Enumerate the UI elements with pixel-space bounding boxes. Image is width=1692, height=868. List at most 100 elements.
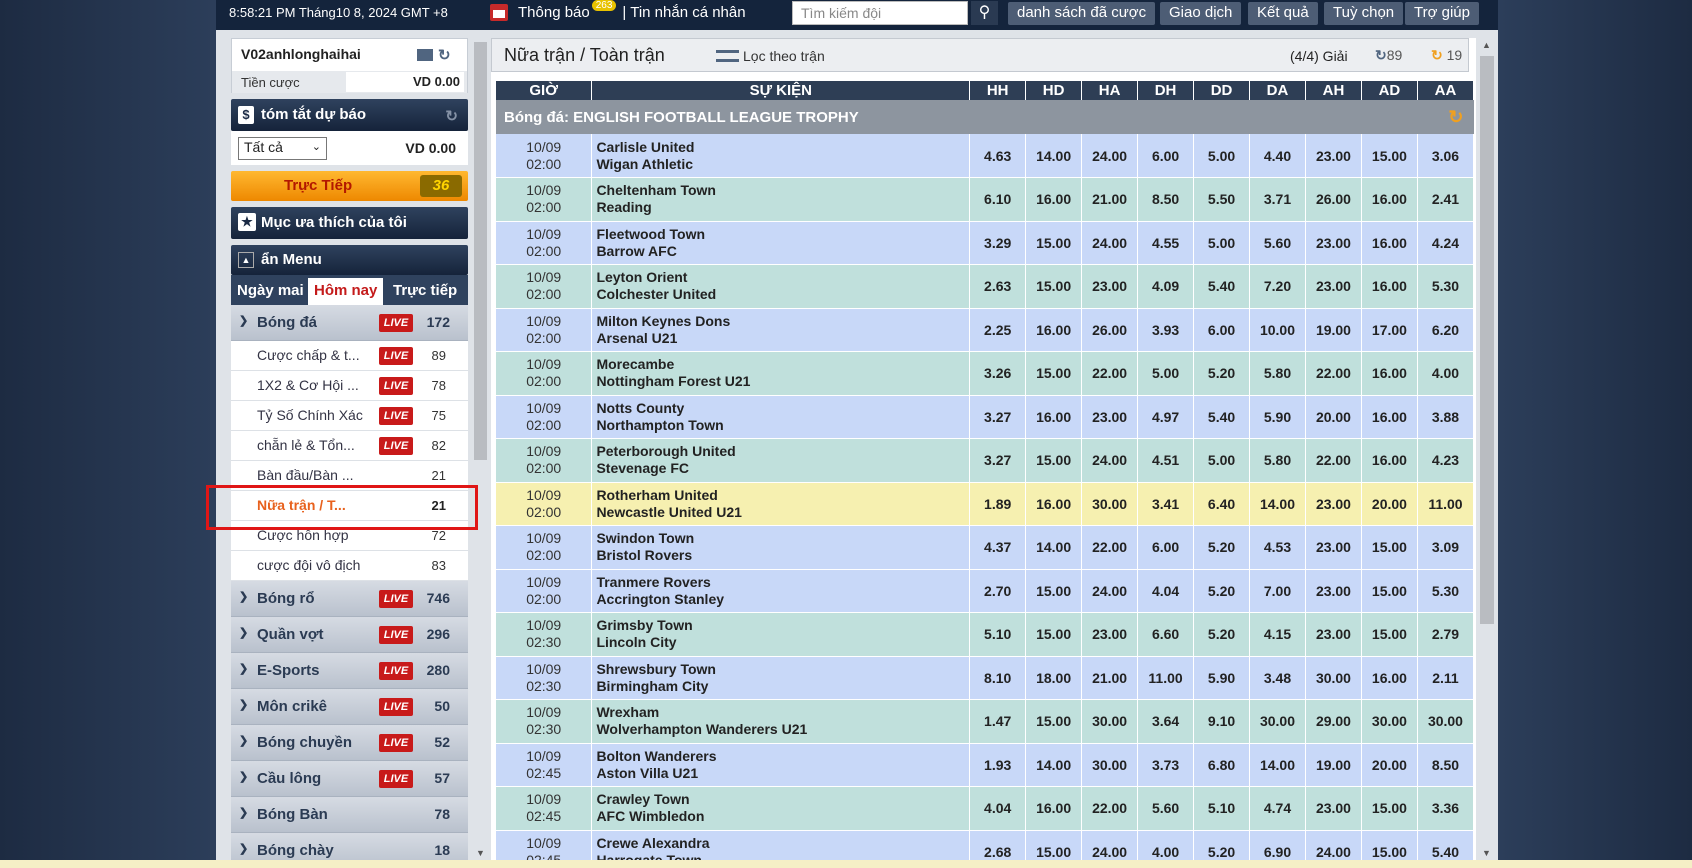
odds-cell[interactable]: 22.00	[1305, 438, 1362, 483]
results-button[interactable]: Kết quả	[1248, 2, 1318, 25]
odds-cell[interactable]: 6.00	[1137, 134, 1195, 178]
odds-cell[interactable]: 23.00	[1305, 786, 1362, 831]
odds-cell[interactable]: 5.20	[1193, 525, 1251, 570]
tab-tomorrow[interactable]: Ngày mai	[231, 278, 310, 305]
odds-cell[interactable]: 23.00	[1305, 525, 1362, 570]
odds-cell[interactable]: 4.97	[1137, 395, 1195, 439]
sport-baseball[interactable]: ❯ Bóng chày 18	[231, 833, 468, 860]
odds-cell[interactable]: 23.00	[1305, 482, 1362, 526]
odds-cell[interactable]: 6.00	[1137, 525, 1195, 570]
odds-cell[interactable]: 20.00	[1361, 743, 1418, 787]
odds-cell[interactable]: 20.00	[1361, 482, 1418, 526]
scroll-down-icon[interactable]: ▼	[1482, 848, 1491, 858]
odds-cell[interactable]: 19.00	[1305, 308, 1362, 352]
odds-cell[interactable]: 26.00	[1305, 177, 1362, 222]
odds-cell[interactable]: 5.90	[1193, 656, 1251, 700]
odds-cell[interactable]: 15.00	[1025, 699, 1083, 744]
odds-cell[interactable]: 6.60	[1137, 612, 1195, 657]
odds-cell[interactable]: 3.73	[1137, 743, 1195, 787]
odds-cell[interactable]: 16.00	[1361, 656, 1418, 700]
odds-cell[interactable]: 1.93	[969, 743, 1027, 787]
odds-cell[interactable]: 5.40	[1193, 264, 1251, 309]
odds-cell[interactable]: 1.47	[969, 699, 1027, 744]
odds-cell[interactable]: 23.00	[1081, 612, 1139, 657]
odds-cell[interactable]: 3.88	[1417, 395, 1475, 439]
odds-cell[interactable]: 15.00	[1025, 830, 1083, 860]
odds-cell[interactable]: 2.25	[969, 308, 1027, 352]
odds-cell[interactable]: 4.55	[1137, 221, 1195, 265]
odds-cell[interactable]: 4.24	[1417, 221, 1475, 265]
refresh-counter[interactable]: ↻89	[1375, 47, 1402, 64]
odds-cell[interactable]: 14.00	[1249, 743, 1306, 787]
league-row[interactable]: Bóng đá: ENGLISH FOOTBALL LEAGUE TROPHY ↻	[496, 100, 1474, 134]
live-button[interactable]: Trực Tiếp 36	[231, 171, 468, 201]
sport-table-tennis[interactable]: ❯ Bóng Bàn 78	[231, 797, 468, 833]
odds-cell[interactable]: 15.00	[1025, 351, 1083, 396]
options-button[interactable]: Tuỳ chọn	[1324, 2, 1404, 25]
sport-esports[interactable]: ❯ E-Sports LIVE 280	[231, 653, 468, 689]
odds-cell[interactable]: 2.70	[969, 569, 1027, 613]
tab-live[interactable]: Trực tiếp	[387, 278, 463, 305]
menu-header[interactable]: ▲ ẩn Menu	[231, 245, 468, 275]
sub-1x2[interactable]: 1X2 & Cơ Hội ... LIVE 78	[231, 371, 468, 401]
odds-cell[interactable]: 24.00	[1081, 830, 1139, 860]
odds-cell[interactable]: 30.00	[1249, 699, 1306, 744]
main-scroll-thumb[interactable]	[1480, 56, 1494, 624]
odds-cell[interactable]: 23.00	[1081, 264, 1139, 309]
odds-cell[interactable]: 16.00	[1025, 482, 1083, 526]
odds-cell[interactable]: 24.00	[1305, 830, 1362, 860]
odds-cell[interactable]: 23.00	[1305, 264, 1362, 309]
odds-cell[interactable]: 6.90	[1249, 830, 1306, 860]
odds-cell[interactable]: 20.00	[1305, 395, 1362, 439]
odds-cell[interactable]: 24.00	[1081, 134, 1139, 178]
odds-cell[interactable]: 16.00	[1361, 177, 1418, 222]
odds-cell[interactable]: 14.00	[1025, 134, 1083, 178]
odds-cell[interactable]: 24.00	[1081, 221, 1139, 265]
odds-cell[interactable]: 5.10	[1193, 786, 1251, 831]
odds-cell[interactable]: 24.00	[1081, 569, 1139, 613]
notif-label[interactable]: Thông báo	[518, 4, 590, 21]
odds-cell[interactable]: 3.29	[969, 221, 1027, 265]
search-button[interactable]: ⚲	[971, 1, 998, 25]
odds-cell[interactable]: 15.00	[1361, 569, 1418, 613]
odds-cell[interactable]: 5.20	[1193, 830, 1251, 860]
refresh-icon[interactable]: ↻	[438, 46, 451, 64]
odds-cell[interactable]: 16.00	[1361, 395, 1418, 439]
forecast-header[interactable]: $ tóm tắt dự báo ↻	[231, 99, 468, 131]
odds-cell[interactable]: 16.00	[1361, 264, 1418, 309]
odds-cell[interactable]: 5.50	[1193, 177, 1251, 222]
odds-cell[interactable]: 24.00	[1081, 438, 1139, 483]
odds-cell[interactable]: 23.00	[1305, 569, 1362, 613]
odds-cell[interactable]: 2.11	[1417, 656, 1475, 700]
odds-cell[interactable]: 3.41	[1137, 482, 1195, 526]
odds-cell[interactable]: 5.90	[1249, 395, 1306, 439]
odds-cell[interactable]: 23.00	[1305, 134, 1362, 178]
sidebar-scroll-thumb[interactable]	[474, 42, 487, 460]
odds-cell[interactable]: 8.10	[969, 656, 1027, 700]
odds-cell[interactable]: 16.00	[1025, 395, 1083, 439]
odds-cell[interactable]: 5.00	[1193, 438, 1251, 483]
odds-cell[interactable]: 5.40	[1417, 830, 1475, 860]
odds-cell[interactable]: 16.00	[1025, 308, 1083, 352]
odds-cell[interactable]: 3.71	[1249, 177, 1306, 222]
help-button[interactable]: Trợ giúp	[1405, 2, 1479, 25]
odds-cell[interactable]: 4.37	[969, 525, 1027, 570]
odds-cell[interactable]: 16.00	[1361, 351, 1418, 396]
sub-handicap[interactable]: Cược chấp & t... LIVE 89	[231, 341, 468, 371]
sidebar-scrollbar[interactable]: ▼	[472, 38, 488, 860]
odds-cell[interactable]: 16.00	[1361, 221, 1418, 265]
odds-cell[interactable]: 5.10	[969, 612, 1027, 657]
odds-cell[interactable]: 19.00	[1305, 743, 1362, 787]
odds-cell[interactable]: 22.00	[1081, 525, 1139, 570]
sub-correct-score[interactable]: Tỷ Số Chính Xác LIVE 75	[231, 401, 468, 431]
odds-cell[interactable]: 3.64	[1137, 699, 1195, 744]
odds-cell[interactable]: 4.51	[1137, 438, 1195, 483]
odds-cell[interactable]: 30.00	[1361, 699, 1418, 744]
odds-cell[interactable]: 4.74	[1249, 786, 1306, 831]
odds-cell[interactable]: 22.00	[1305, 351, 1362, 396]
odds-cell[interactable]: 4.63	[969, 134, 1027, 178]
odds-cell[interactable]: 1.89	[969, 482, 1027, 526]
odds-cell[interactable]: 8.50	[1417, 743, 1475, 787]
bet-list-button[interactable]: danh sách đã cược	[1008, 2, 1156, 25]
odds-cell[interactable]: 15.00	[1025, 221, 1083, 265]
